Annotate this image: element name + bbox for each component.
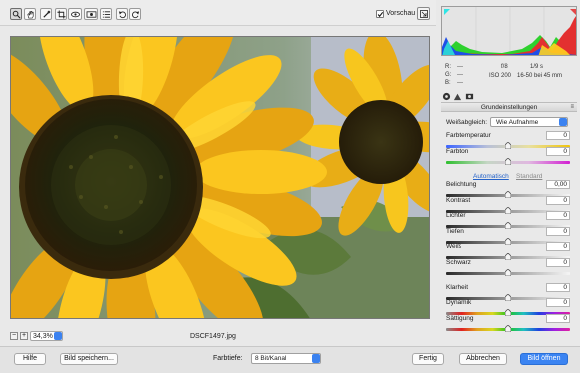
zoom-out-button[interactable]: −	[10, 332, 18, 340]
slider-value-field[interactable]: 0,00	[546, 180, 570, 189]
save-image-button[interactable]: Bild speichern...	[60, 353, 118, 365]
redeye-tool-icon[interactable]	[68, 8, 82, 20]
slider-value-field[interactable]: 0	[546, 147, 570, 156]
fullscreen-icon	[420, 10, 428, 18]
blue-label: B:	[445, 80, 451, 86]
lens-value: 16-50 bei 45 mm	[517, 73, 563, 79]
slider-value-field[interactable]: 0	[546, 227, 570, 236]
chevron-down-icon	[559, 118, 567, 126]
list-tool-icon[interactable]	[100, 8, 112, 20]
preview-label: Vorschau	[386, 10, 416, 17]
slider-value-field[interactable]: 0	[546, 131, 570, 140]
zoom-in-button[interactable]: +	[20, 332, 28, 340]
blue-value: ---	[457, 80, 463, 86]
aperture-value: f/8	[501, 64, 508, 70]
iso-value: ISO 200	[489, 73, 512, 79]
slider-row: Schwarz 0	[446, 258, 570, 285]
slider-value-field[interactable]: 0	[546, 283, 570, 292]
green-label: G:	[445, 72, 452, 78]
open-image-button[interactable]: Bild öffnen	[520, 353, 568, 365]
slider-value-field[interactable]: 0	[546, 298, 570, 307]
red-label: R:	[445, 64, 451, 70]
slider-label: Schwarz	[446, 259, 471, 266]
tone-curve-icon[interactable]	[453, 92, 462, 101]
slider-value-field[interactable]: 0	[546, 211, 570, 220]
basic-panel-icon[interactable]	[442, 92, 451, 101]
chevron-down-icon	[54, 332, 62, 340]
slider-value-field[interactable]: 0	[546, 242, 570, 251]
slider-label: Farbtemperatur	[446, 132, 491, 139]
chevron-down-icon	[312, 354, 320, 363]
green-value: ---	[457, 72, 463, 78]
panel-menu-icon[interactable]: ≡	[570, 104, 574, 110]
slider-row: Sättigung 0	[446, 314, 570, 341]
slider-label: Farbton	[446, 148, 469, 155]
white-balance-label: Weißabgleich:	[446, 119, 488, 126]
toolbar: Vorschau	[0, 0, 436, 26]
camera-calibration-icon[interactable]	[465, 92, 474, 101]
camera-raw-window: Vorschau − + 34,3% DSCF1497.jpg R: --- G…	[0, 0, 580, 373]
file-name: DSCF1497.jpg	[190, 333, 236, 340]
slider-label: Belichtung	[446, 181, 477, 188]
slider-label: Kontrast	[446, 197, 471, 204]
slider-row: Farbton 0	[446, 147, 570, 174]
panel-title: Grundeinstellungen	[480, 104, 538, 111]
slider-value-field[interactable]: 0	[546, 258, 570, 267]
panel-tabs	[441, 91, 577, 102]
default-tone-link[interactable]: Standard	[516, 173, 542, 180]
cancel-button[interactable]: Abbrechen	[459, 353, 507, 365]
red-value: ---	[457, 64, 463, 70]
image-preview[interactable]	[10, 36, 430, 319]
slider-label: Klarheit	[446, 284, 469, 291]
white-balance-value: Wie Aufnahme	[496, 119, 539, 126]
histogram	[441, 6, 577, 56]
zoom-tool-icon[interactable]	[10, 8, 22, 20]
slider-value-field[interactable]: 0	[546, 196, 570, 205]
slider-label: Lichter	[446, 212, 466, 219]
hand-tool-icon[interactable]	[24, 8, 36, 20]
slider-label: Tiefen	[446, 228, 464, 235]
preview-checkbox[interactable]	[376, 10, 384, 18]
slider-thumb[interactable]	[505, 325, 511, 332]
sunflower-photo	[11, 37, 429, 318]
slider-value-field[interactable]: 0	[546, 314, 570, 323]
zoom-level-value: 34,3%	[33, 333, 53, 340]
done-button[interactable]: Fertig	[412, 353, 444, 365]
bottom-bar: Hilfe Bild speichern... Farbtiefe: 8 Bit…	[0, 346, 580, 373]
slider-label: Dynamik	[446, 299, 472, 306]
pixel-and-exif-info: R: --- G: --- B: --- f/8 1/9 s ISO 200 1…	[441, 60, 577, 90]
bit-depth-label: Farbtiefe:	[213, 355, 243, 362]
bit-depth-select[interactable]: 8 Bit/Kanal	[251, 353, 321, 364]
help-button[interactable]: Hilfe	[14, 353, 46, 365]
white-balance-select[interactable]: Wie Aufnahme	[490, 117, 568, 127]
slider-label: Weiß	[446, 243, 462, 250]
preview-status-bar: − + 34,3% DSCF1497.jpg	[0, 330, 436, 344]
fullscreen-toggle-button[interactable]	[417, 7, 430, 20]
slider-thumb[interactable]	[505, 158, 511, 165]
slider-thumb[interactable]	[505, 269, 511, 276]
zoom-level-select[interactable]: 34,3%	[30, 331, 63, 341]
preferences-tool-icon[interactable]	[84, 8, 98, 20]
rotate-right-icon[interactable]	[129, 8, 141, 20]
shutter-value: 1/9 s	[530, 64, 544, 70]
white-balance-tool-icon[interactable]	[40, 8, 52, 20]
crop-tool-icon[interactable]	[55, 8, 67, 20]
slider-label: Sättigung	[446, 315, 474, 322]
bit-depth-value: 8 Bit/Kanal	[255, 355, 287, 362]
panel-header: Grundeinstellungen ≡	[441, 102, 577, 112]
rotate-left-icon[interactable]	[116, 8, 128, 20]
auto-tone-link[interactable]: Automatisch	[473, 173, 509, 180]
